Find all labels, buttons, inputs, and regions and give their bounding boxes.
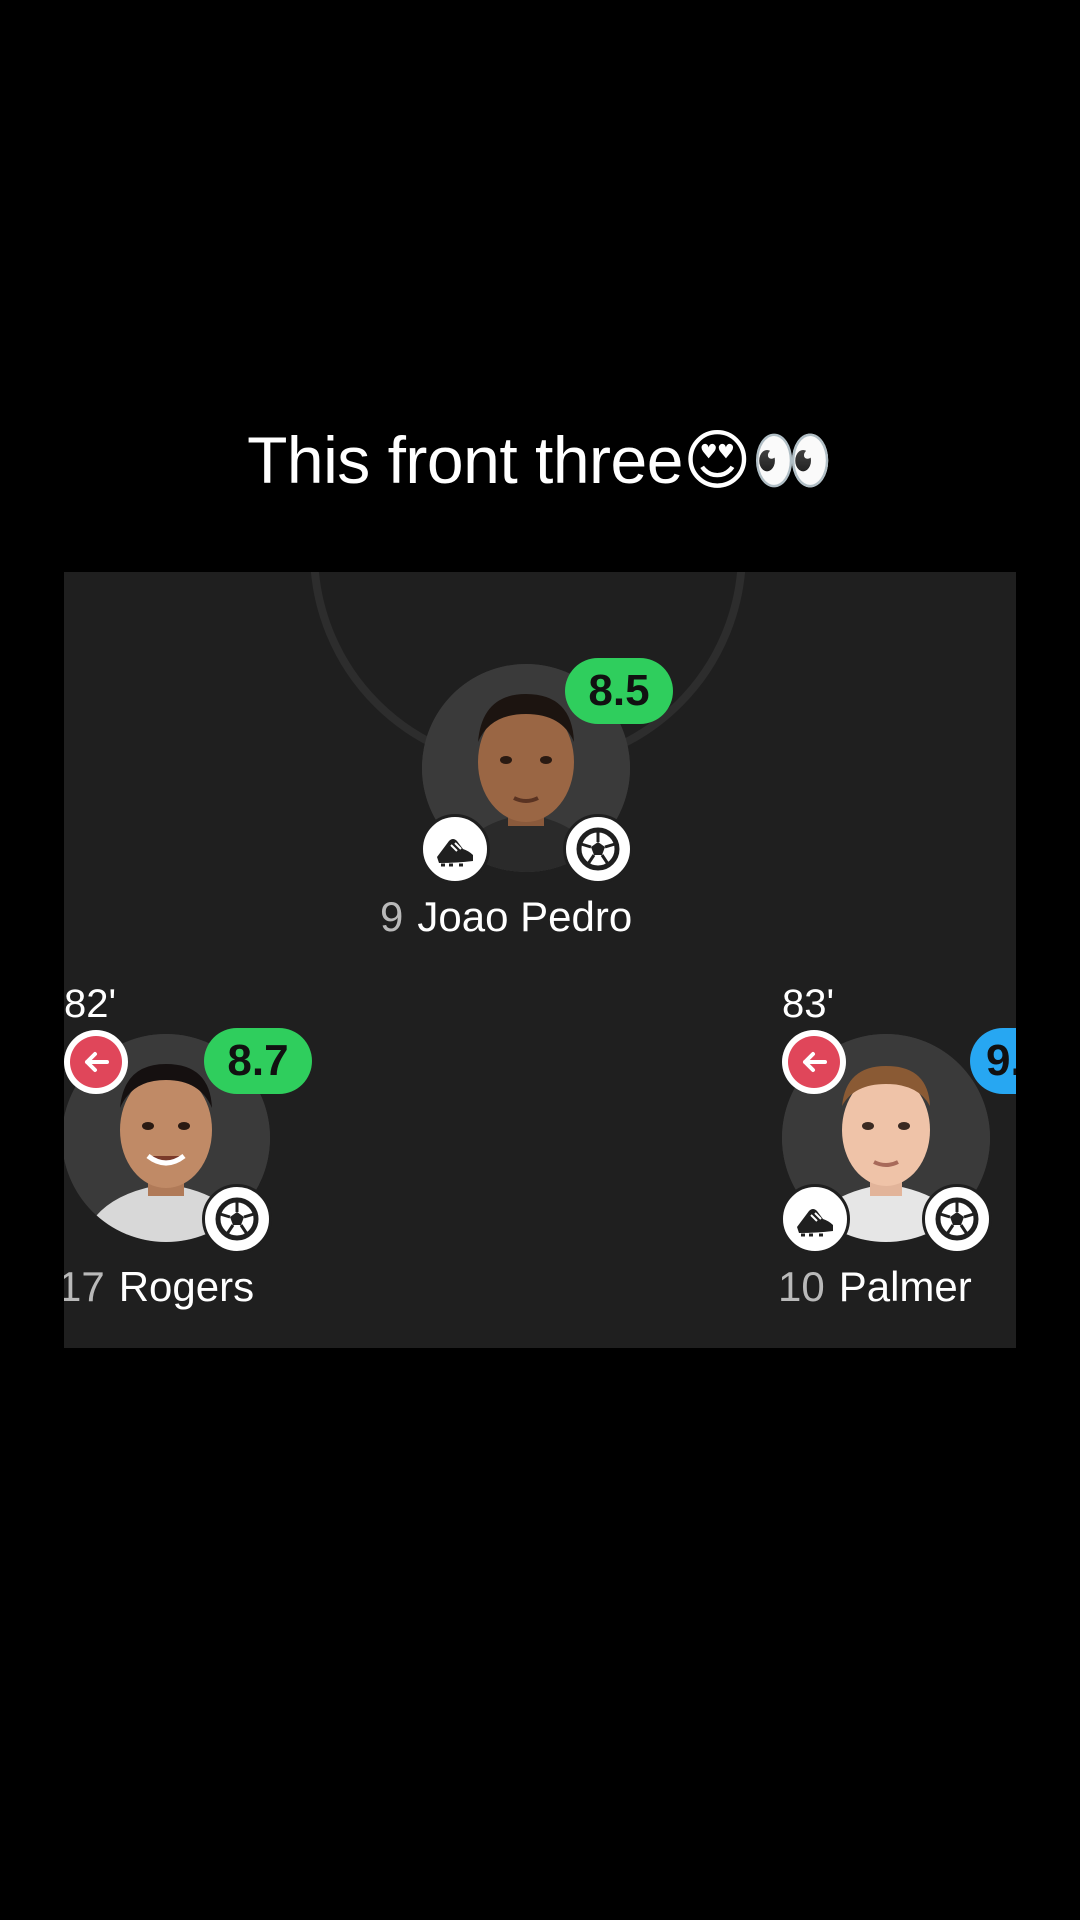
player-joao-pedro[interactable]: 8.5 9 Joao Pedro [64,572,1016,972]
player-number: 9 [380,893,404,940]
player-name: Palmer [838,1263,972,1310]
player-rating-badge: 8.7 [204,1028,312,1094]
boot-icon [780,1184,850,1254]
sub-off-icon [64,1030,128,1094]
player-palmer[interactable]: 83' 9.1★ [664,972,1016,1348]
player-name-label: 10 Palmer [778,1262,972,1312]
rating-value: 9.1 [986,1036,1016,1085]
football-icon [922,1184,992,1254]
player-number: 10 [778,1263,825,1310]
lineup-card: 8.5 9 Joao Pedro 82' 8.7 17 Rogers 83' 9… [64,572,1016,1348]
player-name: Joao Pedro [417,893,633,940]
player-number: 17 [64,1263,105,1310]
football-icon [563,814,633,884]
substitution-minute: 83' [782,982,835,1026]
video-caption: This front three😍👀 [247,423,833,497]
player-name-label: 9 Joao Pedro [380,892,632,942]
substitution-minute: 82' [64,982,117,1026]
football-icon [202,1184,272,1254]
player-rating-badge: 9.1★ [970,1028,1016,1094]
player-rating-badge: 8.5 [565,658,673,724]
sub-off-icon [782,1030,846,1094]
player-rogers[interactable]: 82' 8.7 17 Rogers [64,972,464,1348]
player-name: Rogers [118,1263,255,1310]
boot-icon [420,814,490,884]
player-name-label: 17 Rogers [64,1262,254,1312]
